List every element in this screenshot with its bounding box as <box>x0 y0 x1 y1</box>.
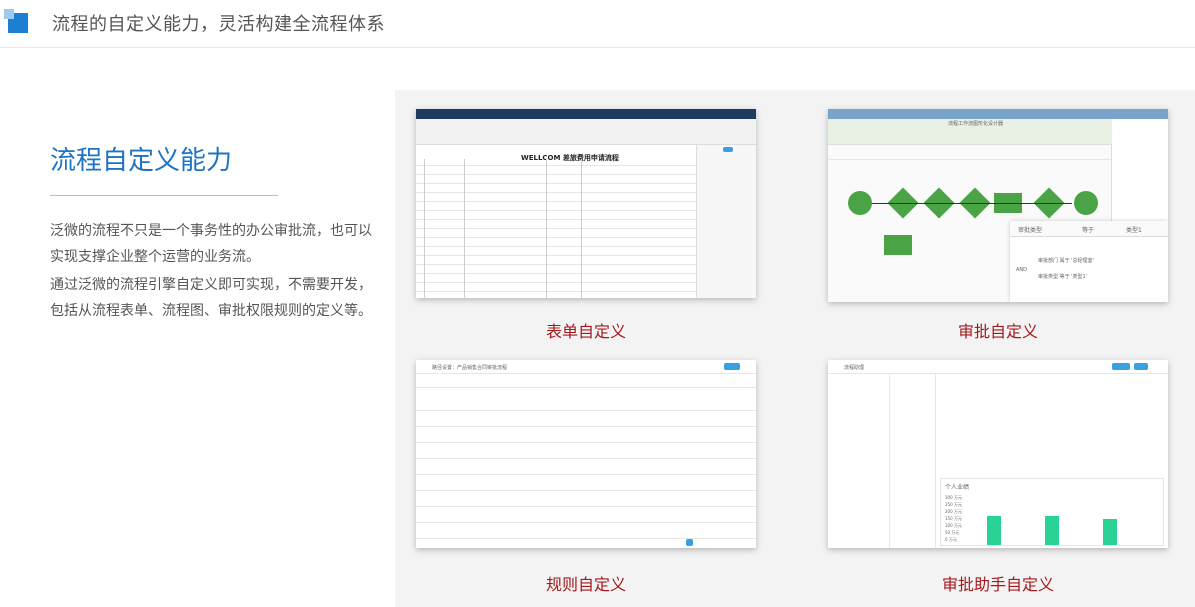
y-tick: 0 万元 <box>945 537 957 542</box>
condition-popup: 审批类型 等于 类型1 AND 审批部门 属于 '总经理室' 审批类型 等于 '… <box>1010 221 1168 302</box>
page-title: 流程的自定义能力，灵活构建全流程体系 <box>52 14 385 35</box>
toolbar <box>416 119 756 145</box>
chart-bar <box>987 516 1001 545</box>
pagination-current[interactable] <box>686 539 693 546</box>
y-tick: 50 万元 <box>945 530 960 535</box>
y-tick: 300 万元 <box>945 495 962 500</box>
intro-paragraph-2: 通过泛微的流程引擎自定义即可实现，不需要开发，包括从流程表单、流程图、审批权限规… <box>50 277 372 319</box>
page-header: 流程的自定义能力，灵活构建全流程体系 <box>0 0 1195 48</box>
properties-panel <box>696 145 756 298</box>
filter-operator[interactable]: 等于 <box>1082 225 1094 234</box>
performance-chart: 个人业绩 300 万元 250 万元 200 万元 150 万元 100 万元 … <box>940 478 1164 546</box>
save-button[interactable] <box>723 147 733 152</box>
y-tick: 200 万元 <box>945 509 962 514</box>
condition-2: 审批类型 等于 '类型1' <box>1038 274 1088 280</box>
header-logo-accent <box>4 9 14 19</box>
rules-screenshot: 路径设置：产品销售合同审批流程 <box>416 360 756 548</box>
intro-paragraph-1: 泛微的流程不只是一个事务性的办公审批流，也可以实现支撑企业整个运营的业务流。 <box>50 223 372 265</box>
save-button[interactable] <box>1134 363 1148 370</box>
form-caption: 表单自定义 <box>545 322 626 341</box>
tab-bar <box>416 374 756 388</box>
approve-caption: 审批自定义 <box>957 322 1038 341</box>
assistant-window-title: 流程助理 <box>844 365 865 371</box>
heading-divider <box>50 195 278 196</box>
assistant-screenshot: 流程助理 个人业绩 300 万元 250 万元 200 万元 150 万元 10… <box>828 360 1168 548</box>
form-designer-screenshot: WELLCOM 差旅费用申请流程 <box>416 109 756 298</box>
condition-1: 审批部门 属于 '总经理室' <box>1038 258 1094 264</box>
window-titlebar <box>416 109 756 119</box>
chart-bar <box>1045 516 1059 545</box>
filter-field[interactable]: 审批类型 <box>1018 225 1042 234</box>
end-node[interactable] <box>1074 191 1098 215</box>
intro-section: 流程自定义能力 泛微的流程不只是一个事务性的办公审批流，也可以实现支撑企业整个运… <box>50 140 380 324</box>
flow-designer-screenshot: 流程工作流图形化设计器 审批类型 等于 类型1 AND 审批部门 属于 '总经理… <box>828 109 1168 302</box>
sheet-title: WELLCOM 差旅费用申请流程 <box>521 154 619 162</box>
save-button[interactable] <box>724 363 740 370</box>
filter-value[interactable]: 类型1 <box>1126 225 1142 234</box>
window-header: 流程助理 <box>828 360 1168 374</box>
rules-caption: 规则自定义 <box>545 575 626 594</box>
chart-bar <box>1103 519 1117 545</box>
window-titlebar <box>828 109 1168 119</box>
menu-panel <box>890 374 936 548</box>
chart-title: 个人业绩 <box>945 484 970 491</box>
window-header: 路径设置：产品销售合同审批流程 <box>416 360 756 374</box>
y-tick: 150 万元 <box>945 516 962 521</box>
action-button[interactable] <box>1112 363 1130 370</box>
y-tick: 100 万元 <box>945 523 962 528</box>
screenshot-gallery: WELLCOM 差旅费用申请流程 表单自定义 流程工作流图形化设计器 审批类型 … <box>395 90 1195 607</box>
y-tick: 250 万元 <box>945 502 962 507</box>
branch-node[interactable] <box>884 235 912 255</box>
assist-caption: 审批助手自定义 <box>941 575 1054 594</box>
intro-heading: 流程自定义能力 <box>50 146 233 176</box>
logic-operator: AND <box>1016 267 1028 273</box>
rules-window-title: 路径设置：产品销售合同审批流程 <box>432 365 508 371</box>
tree-panel <box>828 374 890 548</box>
start-node[interactable] <box>848 191 872 215</box>
designer-title: 流程工作流图形化设计器 <box>948 121 1004 127</box>
sheet-area: WELLCOM 差旅费用申请流程 <box>416 145 696 298</box>
